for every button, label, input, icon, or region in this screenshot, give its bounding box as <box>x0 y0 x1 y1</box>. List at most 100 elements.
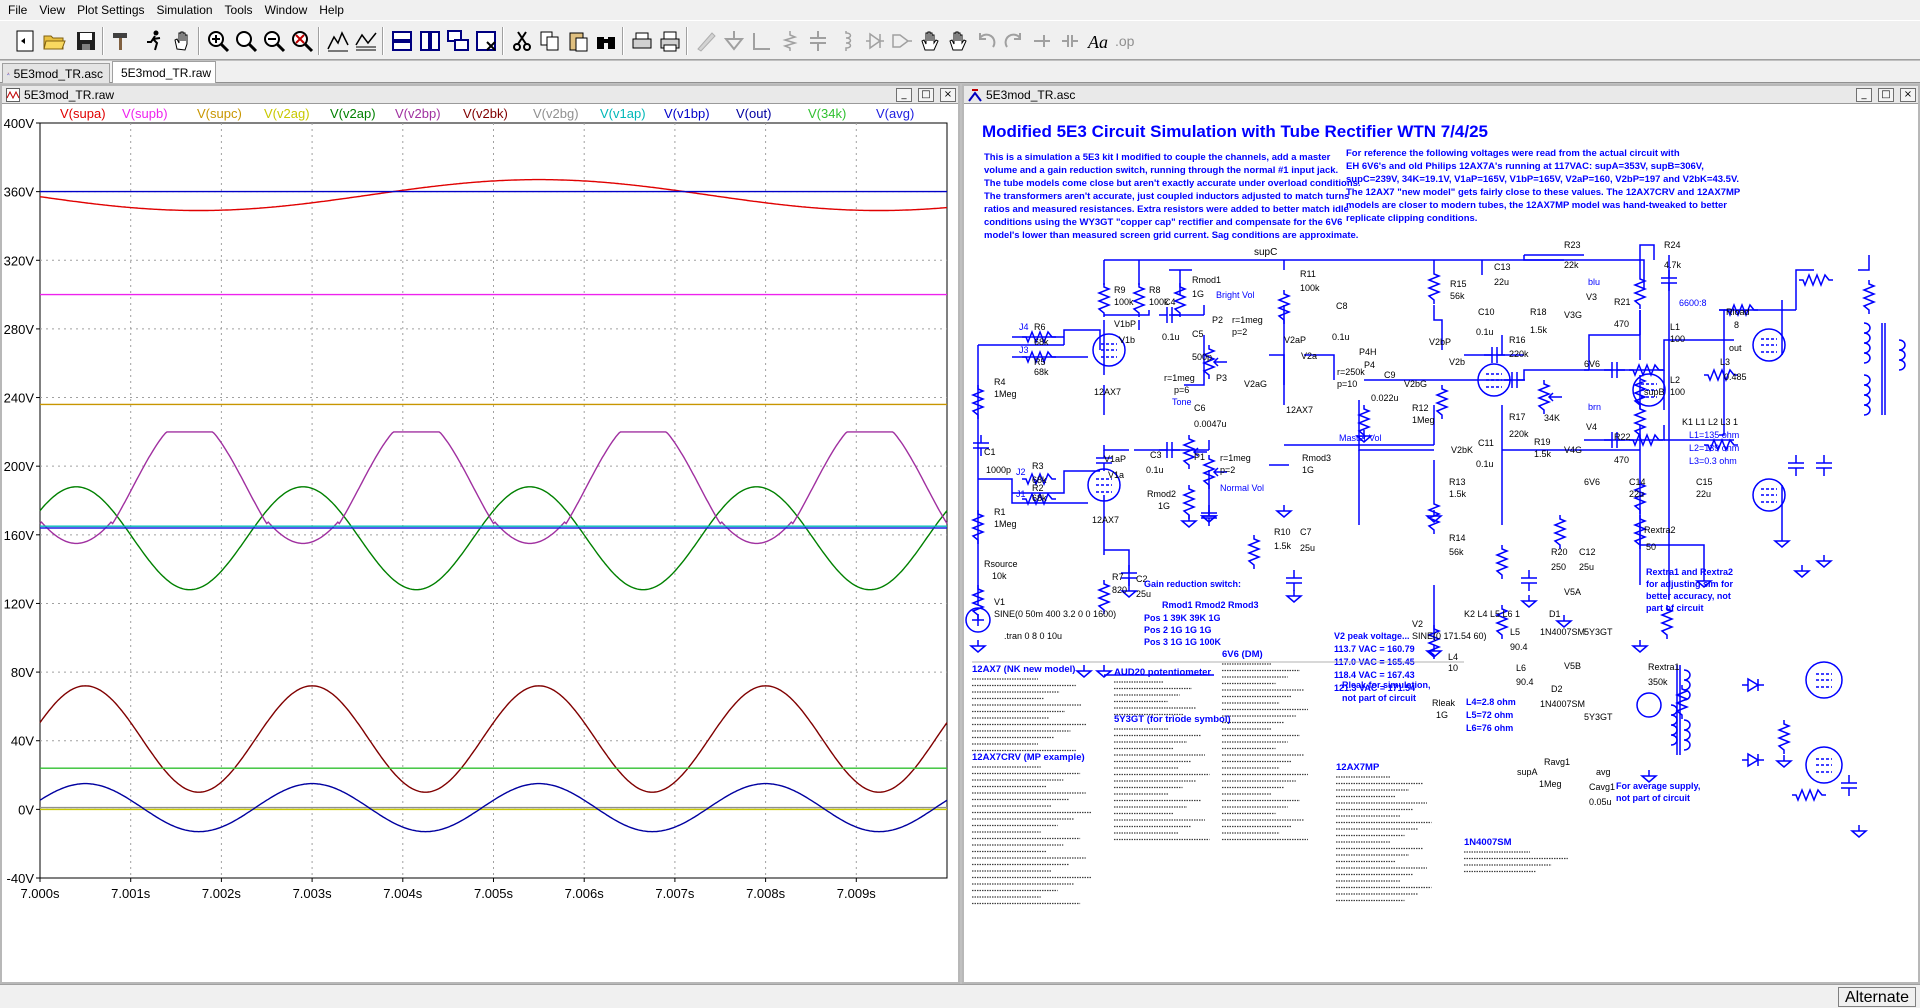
inductor-symbol[interactable] <box>1898 339 1906 371</box>
text-button[interactable]: Aa <box>1084 27 1112 55</box>
legend-entry[interactable]: V(v2ag) <box>264 106 310 121</box>
resistor-symbol[interactable] <box>1799 272 1833 288</box>
move-button[interactable] <box>916 27 944 55</box>
legend-entry[interactable]: V(v2ap) <box>330 106 376 121</box>
restore-button[interactable]: □ <box>1878 87 1894 102</box>
component-button[interactable] <box>888 27 916 55</box>
close-button[interactable]: × <box>1900 87 1916 102</box>
resistor-symbol[interactable] <box>1426 270 1442 304</box>
label-net-button[interactable] <box>748 27 776 55</box>
legend-entry[interactable]: V(v1ap) <box>600 106 646 121</box>
save-button[interactable] <box>72 27 100 55</box>
menu-simulation[interactable]: Simulation <box>151 0 219 20</box>
zoom-fit-button[interactable] <box>288 27 316 55</box>
legend-entry[interactable]: V(34k) <box>808 106 846 121</box>
menu-help[interactable]: Help <box>313 0 350 20</box>
diode-button[interactable] <box>860 27 888 55</box>
legend-entry[interactable]: V(supc) <box>197 106 242 121</box>
resistor-symbol[interactable] <box>1632 275 1648 309</box>
tab-schematic[interactable]: 5E3mod_TR.asc <box>2 63 110 83</box>
legend-entry[interactable]: V(out) <box>736 106 771 121</box>
capacitor-symbol[interactable] <box>1286 570 1302 591</box>
redo-button[interactable] <box>1000 27 1028 55</box>
inductor-symbol[interactable] <box>1863 322 1871 364</box>
resistor-symbol[interactable] <box>1536 380 1552 414</box>
tab-waveform[interactable]: 5E3mod_TR.raw <box>112 61 216 83</box>
copy-button[interactable] <box>536 27 564 55</box>
inductor-symbol[interactable] <box>1683 719 1691 751</box>
schematic-canvas[interactable]: Modified 5E3 Circuit Simulation with Tub… <box>964 105 1918 982</box>
control-panel-button[interactable] <box>108 27 136 55</box>
menu-plot-settings[interactable]: Plot Settings <box>71 0 150 20</box>
pan-button[interactable] <box>232 27 260 55</box>
tile-horizontal-button[interactable] <box>388 27 416 55</box>
minimize-button[interactable]: _ <box>1856 87 1872 102</box>
halt-button[interactable] <box>168 27 196 55</box>
spice-directive-button[interactable]: .op <box>1112 27 1140 55</box>
menu-window[interactable]: Window <box>259 0 314 20</box>
voltage-source-v2[interactable] <box>1636 692 1662 718</box>
resistor-symbol[interactable] <box>1861 280 1877 314</box>
resistor-symbol[interactable] <box>1494 545 1510 579</box>
undo-button[interactable] <box>972 27 1000 55</box>
legend-entry[interactable]: V(supb) <box>122 106 168 121</box>
resistor-symbol[interactable] <box>1131 283 1147 317</box>
resistor-symbol[interactable] <box>1181 435 1197 469</box>
legend-entry[interactable]: V(avg) <box>876 106 914 121</box>
resistor-button[interactable] <box>776 27 804 55</box>
legend-entry[interactable]: V(v2bp) <box>395 106 441 121</box>
cascade-button[interactable] <box>444 27 472 55</box>
legend-entry[interactable]: V(v1bp) <box>664 106 710 121</box>
resistor-symbol[interactable] <box>1096 283 1112 317</box>
resistor-symbol[interactable] <box>1426 500 1442 534</box>
plot-settings-button[interactable] <box>352 27 380 55</box>
legend-entry[interactable]: V(v2bg) <box>533 106 579 121</box>
close-button[interactable]: × <box>940 87 956 102</box>
resistor-symbol[interactable] <box>1552 515 1568 549</box>
inductor-symbol[interactable] <box>1683 669 1691 701</box>
schematic-drawing[interactable]: Modified 5E3 Circuit Simulation with Tub… <box>964 105 1918 982</box>
open-button[interactable] <box>40 27 68 55</box>
ground-button[interactable] <box>720 27 748 55</box>
draw-wire-button[interactable] <box>692 27 720 55</box>
zoom-in-button[interactable] <box>204 27 232 55</box>
drag-button[interactable] <box>944 27 972 55</box>
resistor-symbol[interactable] <box>1201 345 1217 379</box>
restore-button[interactable]: □ <box>918 87 934 102</box>
resistor-symbol[interactable] <box>1792 787 1826 803</box>
diode-symbol[interactable] <box>1742 752 1764 768</box>
resistor-symbol[interactable] <box>1434 385 1450 419</box>
diode-symbol[interactable] <box>1742 677 1764 693</box>
paste-button[interactable] <box>564 27 592 55</box>
new-schematic-button[interactable] <box>12 27 40 55</box>
waveform-chart[interactable]: V(supa) V(supb) V(supc) V(v2ag) V(v2ap) V(v2b… <box>2 105 958 982</box>
mirror-button[interactable] <box>1056 27 1084 55</box>
capacitor-symbol[interactable] <box>1816 455 1832 476</box>
capacitor-symbol[interactable] <box>1521 570 1537 591</box>
menu-view[interactable]: View <box>33 0 71 20</box>
find-button[interactable] <box>592 27 620 55</box>
rotate-button[interactable] <box>1028 27 1056 55</box>
zoom-out-button[interactable] <box>260 27 288 55</box>
autorange-button[interactable] <box>324 27 352 55</box>
capacitor-symbol[interactable] <box>1841 775 1857 796</box>
tile-vertical-button[interactable] <box>416 27 444 55</box>
minimize-button[interactable]: _ <box>896 87 912 102</box>
cut-button[interactable] <box>508 27 536 55</box>
resistor-symbol[interactable] <box>1246 535 1262 569</box>
capacitor-symbol[interactable] <box>1788 455 1804 476</box>
resistor-symbol[interactable] <box>1181 485 1197 519</box>
menu-file[interactable]: File <box>2 0 33 20</box>
waveform-plot[interactable]: V(supa) V(supb) V(supc) V(v2ag) V(v2ap) V(v2b… <box>2 105 958 982</box>
inductor-button[interactable] <box>832 27 860 55</box>
print-button[interactable] <box>656 27 684 55</box>
capacitor-button[interactable] <box>804 27 832 55</box>
legend-entry[interactable]: V(supa) <box>60 106 106 121</box>
menu-tools[interactable]: Tools <box>219 0 259 20</box>
inductor-symbol[interactable] <box>1863 374 1871 416</box>
resistor-symbol[interactable] <box>1776 720 1792 754</box>
run-button[interactable] <box>140 27 168 55</box>
legend-entry[interactable]: V(v2bk) <box>463 106 508 121</box>
close-window-button[interactable] <box>472 27 500 55</box>
print-setup-button[interactable] <box>628 27 656 55</box>
